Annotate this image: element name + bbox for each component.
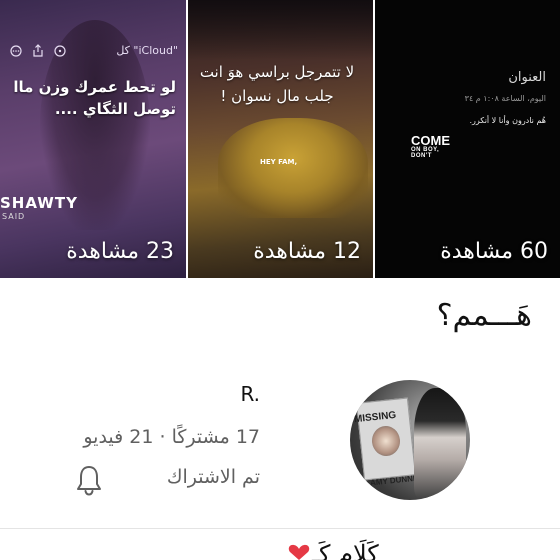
video-badge-subtext: SAID xyxy=(2,212,26,221)
video-caption: لو تحط عمرك وزن ماا توصل الثگاي .... xyxy=(13,78,176,118)
subscribed-button[interactable]: تم الاشتراك xyxy=(167,466,260,488)
view-count: 12 مشاهدة xyxy=(253,239,361,264)
channel-stats: 17 مشتركًا · 21 فيديو xyxy=(83,426,260,448)
channel-avatar[interactable]: MISSING AMY DUNNE xyxy=(350,380,470,500)
icloud-label: كل "iCloud" xyxy=(116,44,178,57)
logo-line-1: COME xyxy=(411,133,450,148)
logo-line-3: DON'T xyxy=(411,153,432,159)
share-icon xyxy=(33,44,43,57)
avatar-figure xyxy=(414,388,466,498)
video-thumbnail-shade xyxy=(188,0,373,60)
view-count: 23 مشاهدة xyxy=(66,239,174,264)
channel-name[interactable]: R. xyxy=(240,382,260,406)
section-divider xyxy=(0,528,560,529)
video-thumbnail-figure xyxy=(218,118,368,218)
note-meta: اليوم، الساعة ١:٠٨ م ٣٤ xyxy=(464,94,546,103)
next-post-text: كَلَام كَـ xyxy=(312,540,379,560)
video-tile-2[interactable]: HEY FAM, لا تتمرجل براسي هوَ انت جلب مال… xyxy=(186,0,373,278)
bell-icon[interactable] xyxy=(74,464,104,496)
post-text: هَـــمم؟ xyxy=(436,298,532,333)
video-caption: لا تتمرجل براسي هوَ انت جلب مال نسوان ! xyxy=(199,63,355,105)
video-tile-1[interactable]: كل "iCloud" لو تحط عمرك وزن ماا توصل الث… xyxy=(0,0,186,278)
video-tile-3[interactable]: العنوان اليوم، الساعة ١:٠٨ م ٣٤ هُم نادر… xyxy=(373,0,560,278)
video-grid: كل "iCloud" لو تحط عمرك وزن ماا توصل الث… xyxy=(0,0,560,278)
video-logo-text: COME ON BOY, DON'T xyxy=(411,134,450,159)
compass-icon xyxy=(54,44,66,57)
note-body: هُم نادرون وأنا لا أنكرر. xyxy=(469,116,546,125)
note-title: العنوان xyxy=(508,70,546,85)
view-count: 60 مشاهدة xyxy=(440,239,548,264)
heart-icon xyxy=(288,544,310,560)
more-icon xyxy=(10,44,22,57)
video-overlay-text: HEY FAM, xyxy=(260,158,298,166)
video-badge-text: SHAWTY xyxy=(0,194,78,212)
video-tile-1-topbar: كل "iCloud" xyxy=(10,44,178,57)
